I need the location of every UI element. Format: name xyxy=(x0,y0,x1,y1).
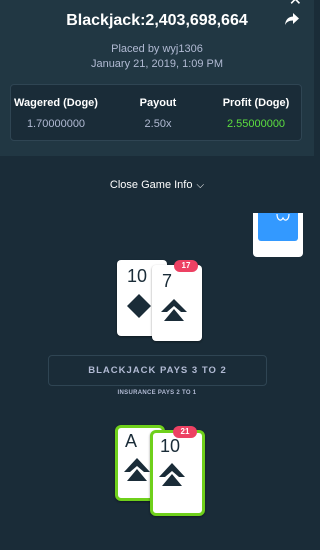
payout-value: 2.50x xyxy=(144,118,172,130)
deck-card-back xyxy=(258,213,298,241)
spade-icon xyxy=(159,463,185,486)
profit-label: Profit (Doge) xyxy=(222,97,290,109)
player-card-2: 10 xyxy=(150,430,205,516)
placed-by-text: Placed by wyj1306 xyxy=(111,43,203,55)
wagered-label: Wagered (Doge) xyxy=(14,97,98,109)
bet-stats-panel: Wagered (Doge) 1.70000000 Payout 2.50x P… xyxy=(10,84,302,141)
spade-icon xyxy=(127,294,151,318)
bet-title-text: Blackjack:2,403,698,664 xyxy=(66,12,248,29)
bet-title: Blackjack:2,403,698,664 xyxy=(0,12,314,30)
spade-icon xyxy=(161,299,187,321)
dealer-total-badge: 17 xyxy=(174,260,198,272)
game-info-header: ✕ Blackjack:2,403,698,664 Placed by wyj1… xyxy=(0,0,314,156)
close-game-info-button[interactable]: Close Game Info ⌵ xyxy=(0,179,314,191)
share-icon[interactable] xyxy=(284,11,300,27)
card-rank: A xyxy=(125,431,138,451)
insurance-pays-text: INSURANCE PAYS 2 TO 1 xyxy=(117,390,197,396)
card-deck xyxy=(253,213,303,257)
payout-label: Payout xyxy=(139,97,177,109)
card-rank: 10 xyxy=(127,266,148,286)
spade-icon xyxy=(124,458,150,481)
wagered-stat: Wagered (Doge) 1.70000000 xyxy=(11,85,101,142)
deck-pattern-icon xyxy=(276,214,290,221)
dealer-card-2: 7 xyxy=(152,265,202,341)
close-icon[interactable]: ✕ xyxy=(289,0,302,9)
bet-date: January 21, 2019, 1:09 PM xyxy=(90,58,224,70)
blackjack-pays-banner: BLACKJACK PAYS 3 TO 2 xyxy=(48,355,267,386)
close-game-info-label: Close Game Info xyxy=(109,179,193,191)
card-rank: 7 xyxy=(162,271,173,291)
player-total-badge: 21 xyxy=(173,426,197,438)
wagered-value: 1.70000000 xyxy=(26,118,86,130)
profit-stat: Profit (Doge) 2.55000000 xyxy=(211,85,301,142)
card-rank: 10 xyxy=(160,436,181,456)
profit-value: 2.55000000 xyxy=(226,118,286,130)
chevron-down-icon: ⌵ xyxy=(196,180,205,191)
payout-stat: Payout 2.50x xyxy=(111,85,205,142)
